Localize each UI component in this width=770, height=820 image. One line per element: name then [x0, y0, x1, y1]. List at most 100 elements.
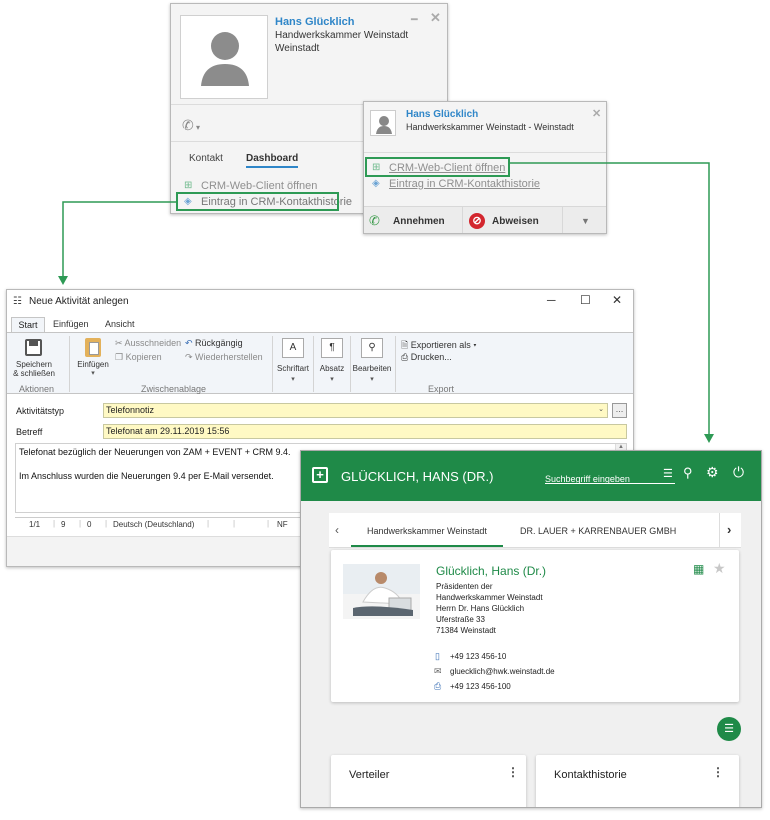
font-icon: A [282, 338, 304, 358]
building-icon[interactable]: ▦ [693, 562, 704, 576]
save-close-button[interactable]: Speichern & schließen [11, 335, 57, 381]
tab-ansicht[interactable]: Ansicht [105, 319, 135, 329]
subject-field[interactable]: Telefonat am 29.11.2019 15:56 [103, 424, 627, 439]
distributor-title: Verteiler [349, 769, 390, 781]
contact-photo [343, 564, 420, 619]
status-num-1: 9 [61, 520, 66, 529]
subject-value: Telefonat am 29.11.2019 15:56 [106, 426, 230, 436]
highlight-history-link [176, 192, 339, 211]
copy-button[interactable]: ❐ Kopieren [115, 352, 162, 363]
contact-name[interactable]: Hans Glücklich [275, 16, 354, 28]
window-app-icon: ☷ [13, 296, 22, 307]
contact-card-line5: 71384 Weinstadt [436, 626, 496, 635]
activity-type-more-button[interactable]: … [612, 403, 627, 418]
status-language: Deutsch (Deutschland) [113, 520, 195, 529]
contact-card-line3: Herrn Dr. Hans Glücklich [436, 604, 525, 613]
window-title: Neue Aktivität anlegen [29, 296, 129, 307]
tab-einfuegen[interactable]: Einfügen [53, 319, 89, 329]
distributor-menu-icon[interactable]: ⋮ [507, 765, 519, 779]
tab-start[interactable]: Start [11, 317, 45, 332]
paste-button[interactable]: Einfügen ▾ [73, 335, 113, 381]
history-menu-icon[interactable]: ⋮ [712, 765, 724, 779]
phone-icon[interactable]: ✆ ▾ [182, 117, 200, 134]
highlight-webclient-link [365, 157, 510, 177]
minimize-icon[interactable]: ─ [547, 293, 556, 307]
activity-type-select[interactable]: Telefonnotiz ⌄ [103, 403, 608, 418]
webclient-app-icon[interactable]: + [312, 467, 328, 483]
undo-button[interactable]: ↶ Rückgängig [185, 338, 243, 349]
redo-icon: ↷ [185, 352, 196, 362]
tab-handwerkskammer[interactable]: Handwerkskammer Weinstadt [367, 526, 487, 536]
tab-prev-icon[interactable]: ‹ [335, 523, 339, 537]
webclient-header: + GLÜCKLICH, HANS (DR.) Suchbegriff eing… [301, 451, 761, 501]
printer-icon: ⎙ [401, 352, 411, 362]
paragraph-button[interactable]: ¶ Absatz ▾ [315, 335, 349, 387]
font-label: Schriftart [276, 364, 309, 373]
star-icon[interactable]: ★ [713, 560, 726, 577]
paste-icon [85, 338, 101, 357]
reject-icon: ⊘ [469, 213, 485, 229]
history-link-small[interactable]: Eintrag in CRM-Kontakthistorie [389, 178, 540, 190]
undo-icon: ↶ [185, 338, 196, 348]
contact-org-city-small: Handwerkskammer Weinstadt - Weinstadt [406, 122, 574, 132]
power-icon[interactable]: ⏻ [733, 464, 744, 481]
note-line-1: Telefonat bezüglich der Neuerungen von Z… [19, 447, 291, 457]
paragraph-label: Absatz [319, 364, 345, 373]
search-icon[interactable]: ⚲ [683, 465, 693, 481]
edit-button[interactable]: ⚲ Bearbeiten ▾ [352, 335, 392, 387]
contact-card-name: Glücklich, Hans (Dr.) [436, 564, 547, 578]
ribbon: Speichern & schließen Aktionen Einfügen … [7, 332, 633, 394]
reject-label: Abweisen [492, 216, 539, 227]
magnifier-icon: ⚲ [361, 338, 383, 358]
accept-label: Annehmen [393, 216, 445, 227]
tab-dashboard[interactable]: Dashboard [246, 153, 299, 168]
crm-webclient: + GLÜCKLICH, HANS (DR.) Suchbegriff eing… [300, 450, 762, 808]
tab-lauer-karrenbauer[interactable]: DR. LAUER + KARRENBAUER GMBH [520, 526, 676, 536]
close-icon-small[interactable]: ✕ [592, 107, 601, 120]
email-address[interactable]: gluecklich@hwk.weinstadt.de [450, 667, 555, 676]
status-page: 1/1 [29, 520, 41, 529]
fab-menu-button[interactable]: ☰ [717, 717, 741, 741]
mobile-phone-icon: ▯ [435, 651, 440, 661]
tab-kontakt[interactable]: Kontakt [189, 153, 223, 164]
more-options-button[interactable]: ▼ [562, 206, 606, 233]
header-title: GLÜCKLICH, HANS (DR.) [341, 469, 494, 484]
tab-active-underline [351, 545, 503, 547]
phone-number[interactable]: +49 123 456-10 [450, 652, 506, 661]
cut-button[interactable]: ✂ Ausschneiden [115, 338, 181, 349]
org-tabs: ‹ Handwerkskammer Weinstadt DR. LAUER + … [329, 513, 741, 548]
close-window-icon[interactable]: ✕ [612, 293, 622, 307]
status-nf: NF [277, 520, 288, 529]
email-icon: ✉ [434, 666, 442, 676]
contact-org: Handwerkskammer Weinstadt [275, 30, 409, 41]
scissors-icon: ✂ [115, 338, 125, 348]
redo-button[interactable]: ↷ Wiederherstellen [185, 352, 263, 363]
maximize-icon[interactable]: ☐ [580, 293, 591, 307]
tab-next-icon[interactable]: › [727, 522, 731, 537]
export-icon: 🗎 [401, 340, 411, 350]
accept-phone-icon: ✆ [369, 213, 380, 228]
paragraph-icon: ¶ [321, 338, 343, 358]
search-placeholder: Suchbegriff eingeben [545, 474, 630, 484]
pin-icon[interactable]: ━ [411, 13, 418, 26]
close-icon[interactable]: ✕ [430, 10, 441, 26]
contact-card-line2: Handwerkskammer Weinstadt [436, 593, 543, 602]
gear-icon[interactable]: ⚙ [706, 464, 719, 481]
webclient-link-icon: ⊞ [184, 180, 193, 191]
open-webclient-link[interactable]: CRM-Web-Client öffnen [201, 180, 317, 192]
font-button[interactable]: A Schriftart ▾ [275, 335, 311, 387]
print-button[interactable]: ⎙ Drucken... [401, 352, 452, 363]
chevron-down-icon: ⌄ [598, 406, 604, 413]
note-line-2: Im Anschluss wurden die Neuerungen 9.4 p… [19, 471, 274, 481]
group-clipboard-label: Zwischenablage [141, 384, 207, 394]
group-actions-label: Aktionen [19, 384, 55, 394]
filter-icon[interactable]: ☰ [663, 467, 673, 480]
contact-name-small[interactable]: Hans Glücklich [406, 109, 478, 120]
accept-button[interactable]: ✆ Annehmen [364, 206, 462, 233]
fax-number[interactable]: +49 123 456-100 [450, 682, 511, 691]
save-label-1: Speichern [15, 360, 53, 369]
reject-button[interactable]: ⊘ Abweisen [462, 206, 562, 233]
avatar [180, 15, 268, 99]
search-input[interactable]: Suchbegriff eingeben [545, 469, 675, 484]
avatar-small [370, 110, 396, 136]
